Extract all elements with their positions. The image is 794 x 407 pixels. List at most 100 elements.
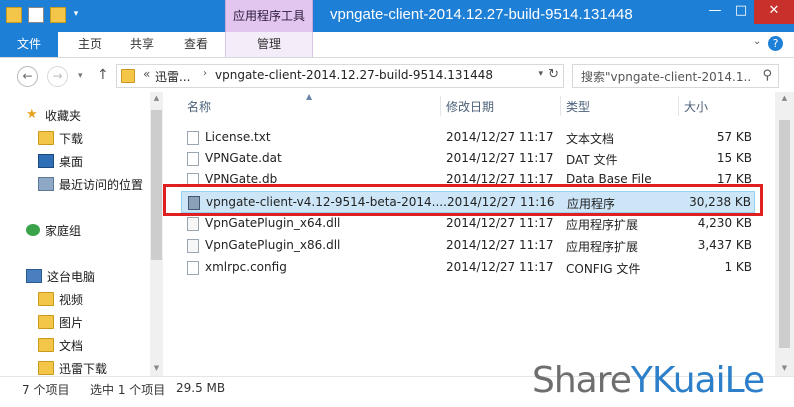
search-input[interactable]: 搜索"vpngate-client-2014.1... ⚲ xyxy=(572,64,779,88)
file-size: 1 KB xyxy=(724,260,752,274)
nav-item-recent[interactable]: 最近访问的位置 xyxy=(38,173,163,195)
downloads-icon xyxy=(38,131,54,145)
folder-icon xyxy=(38,361,54,375)
address-bar[interactable]: « 迅雷... › vpngate-client-2014.12.27-buil… xyxy=(116,64,564,88)
chevron-right-icon[interactable]: › xyxy=(203,68,207,79)
file-date: 2014/12/27 11:17 xyxy=(446,216,554,230)
nav-item-videos[interactable]: 视频 xyxy=(38,288,163,310)
scroll-up-icon[interactable]: ▲ xyxy=(779,94,790,102)
refresh-icon[interactable]: ↻ xyxy=(548,67,559,82)
watermark-text: Share xyxy=(532,360,632,401)
file-size: 57 KB xyxy=(716,130,752,144)
close-button[interactable]: ✕ xyxy=(754,0,794,24)
text-file-icon xyxy=(187,131,199,145)
nav-label: 最近访问的位置 xyxy=(59,177,144,192)
nav-label: 下载 xyxy=(59,131,84,146)
file-row[interactable]: VpnGatePlugin_x64.dll 2014/12/27 11:17 应… xyxy=(181,213,755,235)
file-icon xyxy=(187,152,199,166)
dll-file-icon xyxy=(187,217,199,231)
watermark: ShareYKuaiLe xyxy=(532,360,765,401)
breadcrumb-item[interactable]: vpngate-client-2014.12.27-build-9514.131… xyxy=(215,68,493,82)
new-folder-icon[interactable] xyxy=(50,7,66,23)
nav-label: 这台电脑 xyxy=(47,269,96,284)
file-type: DAT 文件 xyxy=(566,153,618,167)
navigation-pane: ★ 收藏夹 下载 桌面 最近访问的位置 家庭组 这台电脑 视频 图片 文档 迅雷… xyxy=(0,92,163,376)
file-row[interactable]: xmlrpc.config 2014/12/27 11:17 CONFIG 文件… xyxy=(181,257,755,279)
address-row: ← → ▾ ↑ « 迅雷... › vpngate-client-2014.12… xyxy=(0,58,794,92)
folder-icon[interactable] xyxy=(6,7,22,23)
watermark-text-accent: YKuaiLe xyxy=(630,360,765,401)
file-type: 文本文档 xyxy=(566,132,615,146)
nav-item-this-pc[interactable]: 这台电脑 xyxy=(26,265,163,287)
recent-locations-icon[interactable]: ▾ xyxy=(78,71,83,81)
breadcrumb-item[interactable]: 迅雷... xyxy=(155,68,190,85)
scroll-up-icon[interactable]: ▲ xyxy=(151,94,162,102)
file-size: 15 KB xyxy=(716,151,752,165)
chevron-down-icon[interactable]: ▾ xyxy=(72,7,80,21)
nav-item-documents[interactable]: 文档 xyxy=(38,334,163,356)
nav-label: 收藏夹 xyxy=(45,108,82,123)
nav-item-favorites[interactable]: ★ 收藏夹 xyxy=(26,104,163,126)
search-icon[interactable]: ⚲ xyxy=(762,68,772,83)
status-item-count: 7 个项目 xyxy=(22,383,70,397)
column-divider[interactable] xyxy=(678,96,679,116)
search-placeholder: 搜索"vpngate-client-2014.1... xyxy=(581,70,751,84)
overflow-crumb[interactable]: « xyxy=(143,67,150,81)
videos-icon xyxy=(38,292,54,306)
column-divider[interactable] xyxy=(440,96,441,116)
up-button[interactable]: ↑ xyxy=(97,67,109,83)
file-size: 4,230 KB xyxy=(697,216,752,230)
nav-label: 迅雷下载 xyxy=(59,361,108,376)
tab-share[interactable]: 共享 xyxy=(120,32,164,57)
file-name: VpnGatePlugin_x64.dll xyxy=(205,216,341,230)
homegroup-icon xyxy=(26,224,40,236)
window-title: vpngate-client-2014.12.27-build-9514.131… xyxy=(330,6,633,23)
properties-icon[interactable] xyxy=(28,7,44,23)
nav-item-downloads[interactable]: 下载 xyxy=(38,127,163,149)
ribbon-tabs: 文件 主页 共享 查看 管理 xyxy=(0,32,794,58)
chevron-down-icon[interactable]: ▾ xyxy=(538,69,543,79)
file-row[interactable]: VpnGatePlugin_x86.dll 2014/12/27 11:17 应… xyxy=(181,235,755,257)
expand-ribbon-icon[interactable]: ⌄ xyxy=(753,36,761,47)
file-type: 应用程序扩展 xyxy=(566,218,639,232)
nav-label: 视频 xyxy=(59,292,84,307)
column-header-name[interactable]: 名称 xyxy=(187,98,211,115)
config-file-icon xyxy=(187,261,199,275)
file-row[interactable]: VPNGate.dat 2014/12/27 11:17 DAT 文件 15 K… xyxy=(181,148,755,170)
file-list: ▲ 名称 修改日期 类型 大小 License.txt 2014/12/27 1… xyxy=(163,92,794,376)
column-header-type[interactable]: 类型 xyxy=(566,98,590,115)
file-date: 2014/12/27 11:17 xyxy=(446,238,554,252)
file-name: xmlrpc.config xyxy=(205,260,287,274)
highlight-box xyxy=(163,184,763,216)
tab-manage[interactable]: 管理 xyxy=(225,32,313,57)
title-bar: ▾ 应用程序工具 vpngate-client-2014.12.27-build… xyxy=(0,0,794,32)
forward-button[interactable]: → xyxy=(47,66,68,87)
maximize-button[interactable]: □ xyxy=(728,0,754,24)
column-divider[interactable] xyxy=(560,96,561,116)
nav-item-desktop[interactable]: 桌面 xyxy=(38,150,163,172)
file-name: VpnGatePlugin_x86.dll xyxy=(205,238,341,252)
nav-item-thunder-downloads[interactable]: 迅雷下载 xyxy=(38,357,163,376)
nav-item-pictures[interactable]: 图片 xyxy=(38,311,163,333)
documents-icon xyxy=(38,338,54,352)
back-button[interactable]: ← xyxy=(17,66,38,87)
file-list-scrollbar-thumb[interactable] xyxy=(779,120,790,348)
file-row[interactable]: License.txt 2014/12/27 11:17 文本文档 57 KB xyxy=(181,127,755,149)
nav-item-homegroup[interactable]: 家庭组 xyxy=(26,219,163,241)
minimize-button[interactable]: — xyxy=(702,0,728,24)
nav-label: 桌面 xyxy=(59,154,84,169)
pictures-icon xyxy=(38,315,54,329)
column-header-date[interactable]: 修改日期 xyxy=(446,98,494,115)
column-header-size[interactable]: 大小 xyxy=(684,98,708,115)
tab-home[interactable]: 主页 xyxy=(68,32,112,57)
scroll-down-icon[interactable]: ▼ xyxy=(151,364,162,372)
status-selected-count: 选中 1 个项目 xyxy=(90,383,166,397)
help-icon[interactable]: ? xyxy=(768,36,783,51)
status-selected-size: 29.5 MB xyxy=(176,381,226,395)
scroll-down-icon[interactable]: ▼ xyxy=(779,364,790,372)
tab-view[interactable]: 查看 xyxy=(174,32,218,57)
nav-scrollbar-thumb[interactable] xyxy=(151,110,162,260)
star-icon: ★ xyxy=(26,107,38,122)
tab-file[interactable]: 文件 xyxy=(0,32,58,57)
nav-label: 文档 xyxy=(59,338,84,353)
